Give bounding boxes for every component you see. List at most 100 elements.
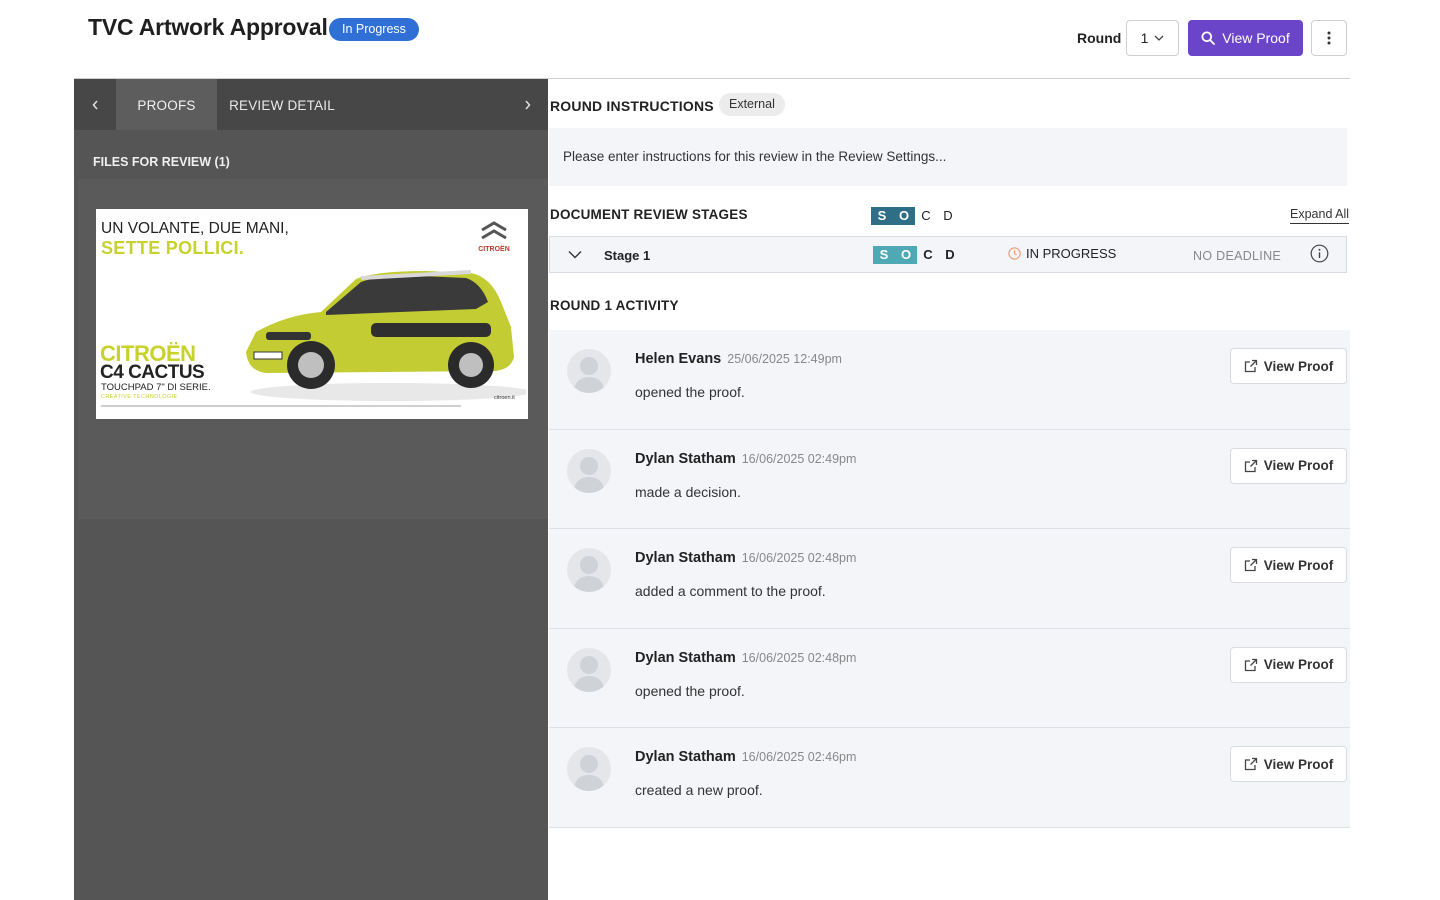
user-avatar-icon — [573, 556, 605, 593]
left-panel: PROOFS REVIEW DETAIL FILES FOR REVIEW (1… — [74, 79, 548, 900]
activity-view-proof-label: View Proof — [1263, 358, 1334, 374]
activity-timestamp: 16/06/2025 02:48pm — [741, 650, 857, 665]
activity-view-proof-button[interactable]: View Proof — [1230, 447, 1347, 484]
activity-user: Dylan Statham 16/06/2025 02:46pm — [635, 749, 856, 765]
stage-icon-c: C — [923, 247, 933, 262]
chevron-down-icon — [1154, 35, 1164, 41]
activity-user: Helen Evans 25/06/2025 12:49pm — [635, 351, 842, 367]
stage-expand-toggle[interactable] — [568, 246, 582, 264]
round-value: 1 — [1140, 30, 1149, 46]
instructions-box: Please enter instructions for this revie… — [549, 128, 1347, 186]
stage-deadline: NO DEADLINE — [1193, 249, 1282, 263]
car-image — [246, 270, 526, 401]
expand-all-link[interactable]: Expand All — [1290, 207, 1350, 224]
thumbnail-subtagline: CRÉATIVE TECHNOLOGIE — [101, 394, 178, 400]
activity-user-name: Helen Evans — [635, 351, 722, 367]
stage-status-text: IN PROGRESS — [1026, 246, 1117, 261]
activity-item: Dylan Statham 16/06/2025 02:46pm created … — [549, 728, 1350, 828]
instructions-text: Please enter instructions for this revie… — [563, 149, 947, 164]
activity-action: opened the proof. — [635, 384, 745, 400]
status-badge: In Progress — [329, 18, 419, 41]
chevron-left-icon — [92, 100, 98, 109]
activity-timestamp: 16/06/2025 02:46pm — [741, 750, 857, 765]
citroen-chevrons-icon — [481, 221, 507, 240]
avatar — [567, 548, 611, 593]
stage-legend: S O C D — [871, 207, 959, 225]
proof-thumbnail[interactable]: UN VOLANTE, DUE MANI, SETTE POLLICI. CIT… — [96, 209, 528, 419]
activity-view-proof-label: View Proof — [1263, 657, 1334, 673]
user-avatar-icon — [573, 755, 605, 792]
activity-view-proof-button[interactable]: View Proof — [1230, 348, 1347, 384]
clock-icon — [1008, 247, 1021, 260]
document-review-stages-heading: DOCUMENT REVIEW STAGES — [550, 207, 748, 222]
activity-item: Helen Evans 25/06/2025 12:49pm opened the… — [549, 330, 1350, 430]
round-select[interactable]: 1 — [1126, 20, 1179, 56]
more-options-button[interactable] — [1311, 20, 1347, 56]
kebab-menu-icon — [1327, 31, 1331, 45]
next-tab-button[interactable] — [506, 79, 548, 130]
external-link-icon — [1244, 459, 1257, 472]
external-badge: External — [719, 93, 785, 116]
chevron-down-icon — [568, 251, 582, 259]
user-avatar-icon — [573, 655, 605, 692]
activity-user: Dylan Statham 16/06/2025 02:49pm — [635, 451, 856, 467]
activity-view-proof-label: View Proof — [1263, 458, 1334, 474]
stage-status: IN PROGRESS — [1008, 246, 1116, 261]
activity-user-name: Dylan Statham — [635, 550, 736, 567]
stage-info-button[interactable] — [1310, 244, 1329, 268]
info-icon — [1310, 244, 1329, 263]
activity-action: created a new proof. — [635, 782, 763, 799]
legend-s: S — [871, 207, 893, 225]
activity-user: Dylan Statham 16/06/2025 02:48pm — [635, 550, 856, 566]
activity-item: Dylan Statham 16/06/2025 02:48pm added a … — [549, 529, 1350, 629]
thumbnail-headline-1: UN VOLANTE, DUE MANI, — [101, 220, 289, 237]
activity-view-proof-button[interactable]: View Proof — [1230, 547, 1347, 584]
activity-view-proof-button[interactable]: View Proof — [1230, 646, 1347, 683]
logo-brand-text: CITROËN — [478, 246, 510, 253]
stage-row[interactable]: Stage 1 S O C D IN PROGRESS NO DEADLINE — [549, 236, 1347, 273]
external-link-icon — [1244, 359, 1257, 373]
external-link-icon — [1244, 658, 1257, 671]
round-activity-heading: ROUND 1 ACTIVITY — [550, 298, 679, 313]
activity-action: added a comment to the proof. — [635, 583, 826, 600]
activity-timestamp: 25/06/2025 12:49pm — [727, 352, 842, 366]
thumbnail-website: citroen.it — [494, 395, 515, 401]
prev-tab-button[interactable] — [74, 79, 116, 130]
avatar — [567, 747, 611, 792]
activity-list: Helen Evans 25/06/2025 12:49pm opened the… — [549, 330, 1350, 828]
thumbnail-headline-2: SETTE POLLICI. — [101, 238, 245, 258]
activity-action: made a decision. — [635, 483, 741, 500]
search-icon — [1201, 31, 1216, 45]
stage-icon-d: D — [945, 247, 955, 262]
activity-item: Dylan Statham 16/06/2025 02:49pm made a d… — [549, 429, 1350, 530]
activity-item: Dylan Statham 16/06/2025 02:48pm opened t… — [549, 628, 1350, 729]
activity-user-name: Dylan Statham — [635, 450, 736, 467]
thumbnail-model: C4 CACTUS — [100, 362, 205, 383]
view-proof-label: View Proof — [1222, 30, 1290, 46]
stage-progress-icons: S O C D — [873, 246, 961, 264]
citroen-logo: CITROËN — [468, 221, 520, 253]
user-avatar-icon — [573, 357, 605, 393]
view-proof-button[interactable]: View Proof — [1188, 20, 1303, 56]
activity-action: opened the proof. — [635, 682, 745, 699]
external-link-icon — [1244, 758, 1257, 771]
activity-view-proof-button[interactable]: View Proof — [1230, 746, 1347, 783]
activity-user-name: Dylan Statham — [635, 749, 736, 766]
external-link-icon — [1244, 559, 1257, 572]
round-label: Round — [1077, 30, 1122, 46]
tab-review-detail[interactable]: REVIEW DETAIL — [217, 79, 347, 130]
tab-proofs[interactable]: PROOFS — [116, 79, 217, 130]
avatar — [567, 647, 611, 692]
activity-user: Dylan Statham 16/06/2025 02:48pm — [635, 650, 856, 666]
chevron-right-icon — [524, 100, 530, 109]
stage-name: Stage 1 — [604, 248, 651, 263]
activity-view-proof-label: View Proof — [1263, 756, 1334, 772]
avatar — [567, 349, 611, 393]
thumbnail-tagline: TOUCHPAD 7" DI SERIE. — [101, 382, 211, 393]
stage-icon-s: S — [873, 246, 895, 264]
avatar — [567, 448, 611, 493]
page-title: TVC Artwork Approval — [88, 14, 328, 40]
panel-tabs: PROOFS REVIEW DETAIL — [74, 79, 548, 130]
legend-o: O — [893, 207, 915, 225]
legend-d: D — [943, 208, 953, 223]
